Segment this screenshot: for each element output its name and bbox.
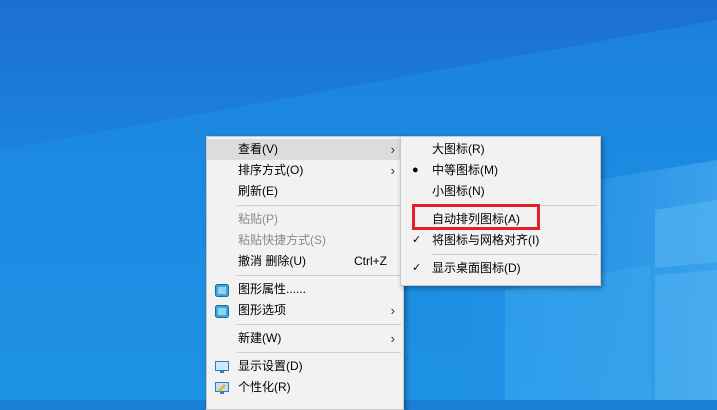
menu-item-paste[interactable]: 粘贴(P) [207,209,403,230]
menu-separator [431,254,598,255]
menu-item-label: 刷新(E) [238,184,278,198]
menu-item-new[interactable]: 新建(W) › [207,328,403,349]
checkmark-icon: ✓ [412,262,422,274]
menu-item-refresh[interactable]: 刷新(E) [207,181,403,202]
menu-item-label: 粘贴快捷方式(S) [238,233,326,247]
menu-item-label: 图形选项 [238,303,287,317]
personalize-icon [215,381,229,394]
menu-separator [237,352,401,353]
menu-item-label: 查看(V) [238,142,278,156]
graphics-properties-icon [215,283,229,297]
menu-item-graphics-options[interactable]: 图形选项 › [207,300,403,321]
menu-item-label: 大图标(R) [432,142,485,156]
display-settings-icon [215,360,229,373]
menu-separator [237,324,401,325]
menu-item-medium-icons[interactable]: ● 中等图标(M) [401,160,600,181]
menu-item-display-settings[interactable]: 显示设置(D) [207,356,403,377]
menu-item-label: 小图标(N) [432,184,485,198]
menu-item-label: 将图标与网格对齐(I) [432,233,540,247]
menu-item-view[interactable]: 查看(V) › [207,139,403,160]
desktop-context-menu: 查看(V) › 排序方式(O) › 刷新(E) 粘贴(P) 粘贴快捷方式(S) … [206,136,404,410]
menu-item-sort-by[interactable]: 排序方式(O) › [207,160,403,181]
chevron-right-icon: › [390,163,395,178]
chevron-right-icon: › [390,142,395,157]
menu-item-label: 撤消 删除(U) [238,254,306,268]
shortcut-label: Ctrl+Z [354,254,387,268]
menu-item-label: 显示桌面图标(D) [432,261,521,275]
menu-item-paste-shortcut[interactable]: 粘贴快捷方式(S) [207,230,403,251]
menu-item-align-icons-to-grid[interactable]: ✓ 将图标与网格对齐(I) [401,230,600,251]
menu-item-small-icons[interactable]: 小图标(N) [401,181,600,202]
menu-item-label: 图形属性...... [238,282,307,296]
menu-item-label: 排序方式(O) [238,163,304,177]
menu-item-graphics-properties[interactable]: 图形属性...... [207,279,403,300]
menu-item-label: 显示设置(D) [238,359,303,373]
menu-item-undo-delete[interactable]: 撤消 删除(U) Ctrl+Z [207,251,403,272]
menu-item-personalize[interactable]: 个性化(R) [207,377,403,398]
menu-item-large-icons[interactable]: 大图标(R) [401,139,600,160]
menu-separator [237,275,401,276]
menu-item-label: 中等图标(M) [432,163,498,177]
red-highlight-box [412,204,540,230]
bullet-icon: ● [412,164,419,176]
menu-separator [237,205,401,206]
graphics-options-icon [215,304,229,318]
chevron-right-icon: › [390,331,395,346]
menu-item-label: 粘贴(P) [238,212,278,226]
checkmark-icon: ✓ [412,234,422,246]
menu-item-label: 新建(W) [238,331,282,345]
chevron-right-icon: › [390,303,395,318]
menu-item-show-desktop-icons[interactable]: ✓ 显示桌面图标(D) [401,258,600,279]
menu-item-label: 个性化(R) [238,380,291,394]
